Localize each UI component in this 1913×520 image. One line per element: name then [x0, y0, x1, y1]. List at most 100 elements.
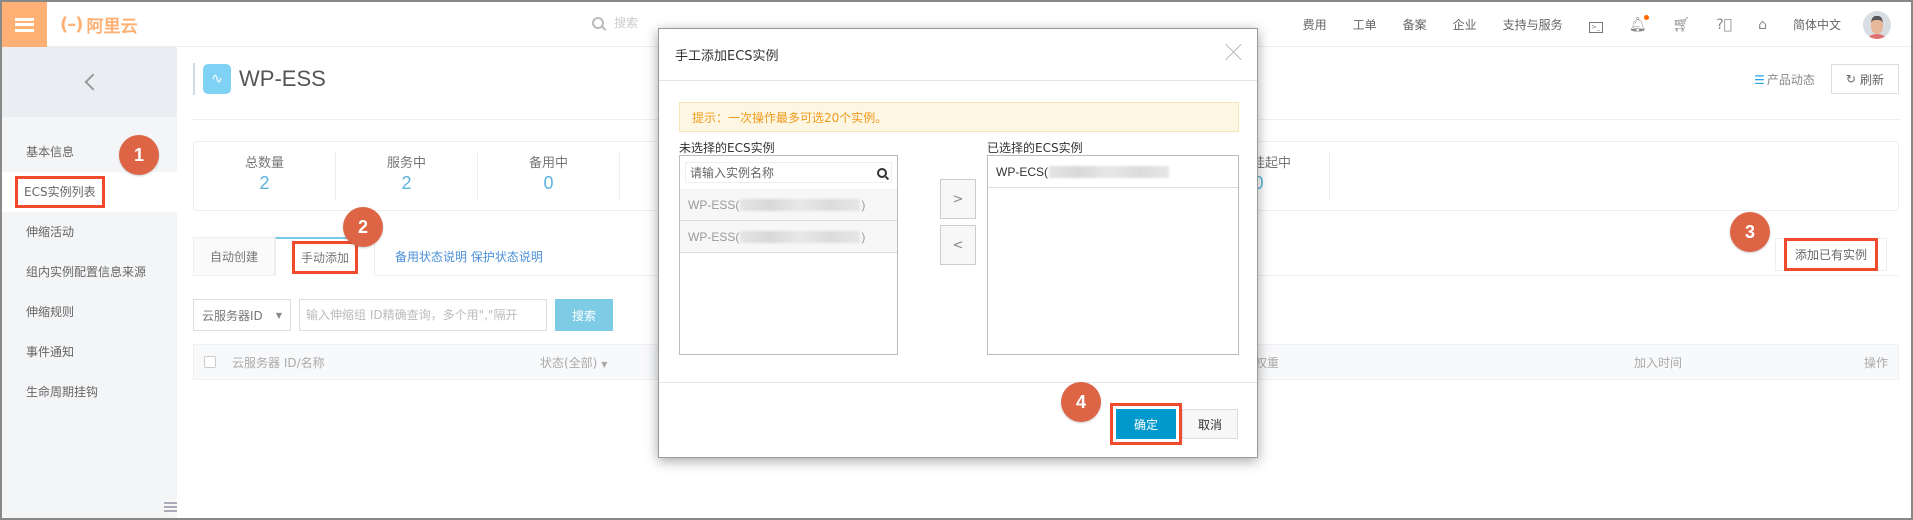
search-button[interactable]: 搜索 — [555, 299, 613, 331]
list-item[interactable]: WP-ESS() — [680, 221, 897, 253]
step-marker-4: 4 — [1061, 382, 1101, 422]
sidebar-item-config-source[interactable]: 组内实例配置信息来源 — [2, 252, 177, 292]
col-status-label: 状态(全部) — [540, 355, 598, 370]
sidebar-collapse-icon[interactable] — [164, 500, 177, 514]
stat-value[interactable]: 2 — [336, 173, 477, 194]
header-actions: ☰ 产品动态 ↻ 刷新 — [1754, 64, 1899, 94]
col-status[interactable]: 状态(全部) ▼ — [540, 354, 607, 371]
stat-label: 总数量 — [244, 156, 284, 171]
search-icon — [592, 16, 604, 29]
refresh-label: 刷新 — [1859, 72, 1884, 87]
tab-auto-created[interactable]: 自动创建 — [193, 237, 276, 275]
close-icon[interactable] — [1225, 43, 1243, 61]
dialog-title: 手工添加ECS实例 — [675, 49, 779, 64]
move-right-button[interactable]: > — [940, 179, 976, 219]
nav-ticket[interactable]: 工单 — [1353, 16, 1377, 33]
protect-status-link[interactable]: 保护状态说明 — [471, 250, 543, 264]
search-icon[interactable] — [877, 167, 887, 178]
sidebar-item-scaling-activity[interactable]: 伸缩活动 — [2, 212, 177, 252]
stat-label: 备用中 — [528, 156, 568, 171]
page-title: WP-ESS — [239, 66, 326, 91]
redacted-id — [1049, 165, 1169, 178]
select-all-checkbox[interactable] — [204, 356, 216, 368]
unselected-list: WP-ESS() WP-ESS() — [679, 155, 898, 355]
search-placeholder: 搜索 — [614, 16, 639, 30]
select-value: 云服务器ID — [202, 308, 263, 323]
instance-name: WP-ECS( — [996, 164, 1048, 179]
nav-support[interactable]: 支持与服务 — [1503, 16, 1563, 33]
col-join-time: 加入时间 — [1634, 355, 1683, 370]
redacted-id — [740, 199, 861, 211]
list-item[interactable]: WP-ESS() — [680, 189, 897, 221]
unselected-label: 未选择的ECS实例 — [679, 141, 775, 155]
step-marker-1: 1 — [119, 135, 159, 175]
filter-field-select[interactable]: 云服务器ID ▼ — [193, 299, 291, 331]
nav-billing[interactable]: 费用 — [1303, 16, 1327, 33]
add-existing-instance-button[interactable]: 添加已有实例 — [1774, 238, 1887, 271]
sidebar-item-scaling-rules[interactable]: 伸缩规则 — [2, 292, 177, 332]
sidebar-item-label: 基本信息 — [26, 145, 75, 159]
instance-search — [685, 162, 892, 183]
add-existing-label: 添加已有实例 — [1783, 238, 1878, 271]
sidebar-item-event-notify[interactable]: 事件通知 — [2, 332, 177, 372]
status-help-links: 备用状态说明 保护状态说明 — [395, 248, 543, 265]
ess-app-icon: ∿ — [203, 64, 231, 94]
caret-down-icon: ▼ — [601, 359, 608, 369]
logo-icon: (–) — [60, 14, 83, 35]
redacted-id — [740, 230, 861, 243]
stat-in-service: 服务中 2 — [336, 152, 478, 200]
home-icon[interactable]: ⌂ — [1758, 17, 1767, 33]
logo-text: 阿里云 — [86, 17, 138, 37]
cart-icon[interactable]: 🛒︎ — [1672, 17, 1690, 33]
cancel-button[interactable]: 取消 — [1182, 409, 1238, 439]
tab-label: 手动添加 — [292, 241, 359, 274]
sidebar-item-label: 事件通知 — [26, 345, 75, 359]
step-marker-2: 2 — [343, 207, 383, 247]
col-instance-id: 云服务器 ID/名称 — [232, 355, 325, 370]
sidebar-item-lifecycle-hook[interactable]: 生命周期挂钩 — [2, 372, 177, 412]
selected-label: 已选择的ECS实例 — [987, 141, 1083, 155]
chevron-left-icon — [84, 73, 101, 91]
stat-value[interactable]: 2 — [194, 173, 335, 194]
sidebar-item-label: 伸缩活动 — [26, 225, 75, 239]
instance-suffix: ) — [861, 229, 866, 244]
refresh-button[interactable]: ↻ 刷新 — [1830, 64, 1899, 94]
instance-name: WP-ESS( — [688, 229, 740, 244]
tab-label: 自动创建 — [210, 250, 259, 264]
top-nav-right: 费用 工单 备案 企业 支持与服务 >_ 🔔︎ 🛒︎ ?⃝ ⌂ 简体中文 — [1277, 2, 1891, 47]
sidebar-item-label: 生命周期挂钩 — [26, 385, 99, 399]
sidebar-item-ecs-list[interactable]: ECS实例列表 — [2, 172, 177, 212]
sidebar-item-label: 伸缩规则 — [26, 305, 75, 319]
user-avatar[interactable] — [1863, 10, 1891, 39]
aliyun-logo[interactable]: (–) 阿里云 — [60, 12, 137, 37]
title-divider — [193, 63, 195, 95]
move-left-button[interactable]: < — [940, 225, 976, 265]
col-actions: 操作 — [1863, 355, 1888, 370]
standby-status-link[interactable]: 备用状态说明 — [395, 250, 467, 264]
back-button[interactable] — [2, 47, 177, 117]
menu-button[interactable] — [2, 2, 47, 47]
dialog-header: 手工添加ECS实例 — [659, 29, 1257, 81]
filter-bar: 云服务器ID ▼ 搜索 — [193, 299, 613, 331]
stat-total: 总数量 2 — [194, 152, 336, 200]
list-icon: ☰ — [1754, 72, 1765, 87]
stat-value[interactable]: 0 — [478, 173, 619, 194]
confirm-button[interactable]: 确定 — [1110, 403, 1182, 445]
global-search[interactable]: 搜索 — [592, 14, 638, 31]
instance-name: WP-ESS( — [688, 198, 740, 212]
bell-icon[interactable]: 🔔︎ — [1629, 14, 1650, 33]
terminal-icon[interactable]: >_ — [1588, 17, 1603, 33]
page-header: ∿ WP-ESS — [193, 63, 326, 95]
refresh-icon: ↻ — [1845, 72, 1856, 86]
instance-search-input[interactable] — [690, 165, 860, 180]
nav-icp[interactable]: 备案 — [1403, 16, 1427, 33]
filter-input[interactable] — [299, 299, 547, 331]
language-switch[interactable]: 简体中文 — [1793, 16, 1841, 33]
product-news-link[interactable]: ☰ 产品动态 — [1754, 71, 1815, 88]
help-icon[interactable]: ?⃝ — [1716, 17, 1732, 33]
sidebar: 基本信息 ECS实例列表 伸缩活动 组内实例配置信息来源 伸缩规则 事件通知 生… — [2, 47, 177, 518]
add-ecs-dialog: 手工添加ECS实例 提示：一次操作最多可选20个实例。 未选择的ECS实例 WP… — [658, 28, 1258, 458]
nav-enterprise[interactable]: 企业 — [1453, 16, 1477, 33]
caret-down-icon: ▼ — [275, 310, 282, 320]
list-item[interactable]: WP-ECS( — [988, 156, 1238, 188]
